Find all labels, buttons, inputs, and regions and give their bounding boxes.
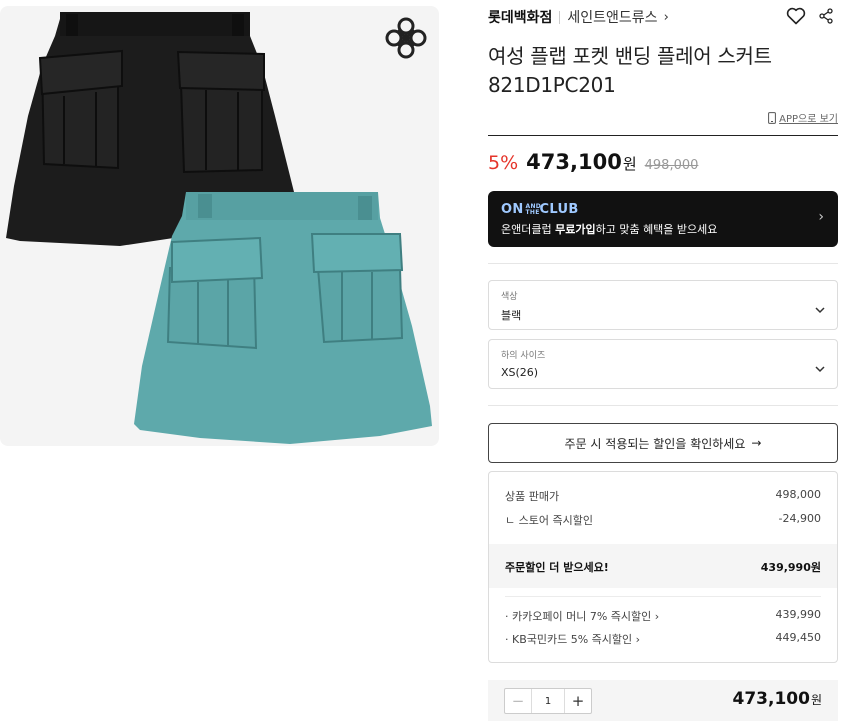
club-banner-text: 온앤더클럽 무료가입하고 맞춤 혜택을 받으세요 bbox=[501, 221, 825, 237]
club-logo: ON AND THE CLUB bbox=[501, 202, 825, 217]
app-view-link[interactable]: APP으로 보기 bbox=[768, 110, 838, 125]
price-row-store-discount: ㄴ 스토어 즉시할인 -24,900 bbox=[505, 512, 821, 528]
order-discount-label: 주문할인 더 받으세요! bbox=[505, 561, 609, 574]
order-discount-highlight: 주문할인 더 받으세요! 439,990원 bbox=[489, 544, 837, 588]
heart-icon[interactable] bbox=[786, 7, 806, 29]
sale-price: 473,100 bbox=[526, 150, 622, 174]
kakaopay-label: · 카카오페이 머니 7% 즉시할인 › bbox=[505, 608, 659, 624]
quantity-minus-button[interactable]: − bbox=[505, 689, 531, 713]
club-logo-on: ON bbox=[501, 202, 524, 217]
club-logo-and: AND THE bbox=[525, 202, 542, 216]
app-view-label: APP으로 보기 bbox=[779, 114, 838, 125]
arrow-right-icon: → bbox=[751, 436, 762, 450]
kb-value: 449,450 bbox=[775, 631, 822, 644]
chevron-right-icon: › bbox=[635, 633, 641, 646]
card-discount-kb[interactable]: · KB국민카드 5% 즉시할인 › 449,450 bbox=[505, 631, 821, 647]
kb-label: · KB국민카드 5% 즉시할인 › bbox=[505, 631, 640, 647]
club-text-bold: 무료가입 bbox=[555, 223, 596, 236]
sub-brand-link[interactable]: 세인트앤드류스 bbox=[567, 7, 657, 27]
chevron-right-icon: › bbox=[818, 209, 824, 225]
section-divider bbox=[488, 405, 838, 406]
skirt-illustration bbox=[6, 12, 432, 444]
card-divider bbox=[505, 596, 821, 597]
share-icon[interactable] bbox=[818, 8, 834, 28]
chevron-down-icon bbox=[815, 299, 825, 318]
kakaopay-label-text: · 카카오페이 머니 7% 즉시할인 bbox=[505, 610, 652, 623]
store-discount-value: -24,900 bbox=[778, 512, 821, 525]
store-discount-label: ㄴ 스토어 즉시할인 bbox=[505, 514, 593, 527]
check-discount-label: 주문 시 적용되는 할인을 확인하세요 bbox=[564, 436, 746, 451]
color-select-label: 색상 bbox=[501, 292, 518, 302]
total-price: 473,100원 bbox=[733, 689, 822, 709]
quantity-value[interactable]: 1 bbox=[531, 689, 565, 713]
price-row: 5% 473,100 원 498,000 bbox=[488, 150, 698, 174]
list-price-label: 상품 판매가 bbox=[505, 490, 560, 503]
brand-breadcrumb: 롯데백화점 세인트앤드류스 › bbox=[488, 6, 838, 28]
chevron-down-icon bbox=[815, 358, 825, 377]
total-amount: 473,100 bbox=[732, 689, 810, 709]
brand-name[interactable]: 롯데백화점 bbox=[488, 7, 552, 27]
chevron-right-icon: › bbox=[654, 610, 660, 623]
price-breakdown: 상품 판매가 498,000 ㄴ 스토어 즉시할인 -24,900 주문할인 더… bbox=[488, 471, 838, 663]
original-price: 498,000 bbox=[644, 158, 699, 173]
order-discount-value: 439,990원 bbox=[760, 561, 821, 574]
card-discount-kakaopay[interactable]: · 카카오페이 머니 7% 즉시할인 › 439,990 bbox=[505, 608, 821, 624]
size-select[interactable]: 하의 사이즈 XS(26) bbox=[488, 339, 838, 389]
flower-logo-icon bbox=[385, 17, 427, 59]
product-title: 여성 플랩 포켓 밴딩 플레어 스커트 821D1PC201 bbox=[488, 42, 838, 100]
product-title-name: 여성 플랩 포켓 밴딩 플레어 스커트 bbox=[488, 44, 772, 68]
teal-skirt bbox=[134, 192, 432, 444]
quantity-stepper: − 1 + bbox=[504, 688, 592, 714]
quantity-bar: − 1 + 473,100원 bbox=[488, 680, 838, 721]
color-select[interactable]: 색상 블랙 bbox=[488, 280, 838, 330]
price-row-list-price: 상품 판매가 498,000 bbox=[505, 488, 821, 504]
total-currency: 원 bbox=[810, 693, 822, 707]
section-divider bbox=[488, 263, 838, 264]
sale-price-currency: 원 bbox=[622, 155, 637, 173]
check-discount-button[interactable]: 주문 시 적용되는 할인을 확인하세요 → bbox=[488, 423, 838, 463]
title-divider bbox=[488, 135, 838, 136]
discount-rate: 5% bbox=[488, 152, 519, 174]
kb-label-text: · KB국민카드 5% 즉시할인 bbox=[505, 633, 633, 646]
club-membership-banner[interactable]: ON AND THE CLUB 온앤더클럽 무료가입하고 맞춤 혜택을 받으세요… bbox=[488, 191, 838, 247]
size-select-value: XS(26) bbox=[501, 366, 539, 379]
color-select-value: 블랙 bbox=[501, 309, 522, 322]
size-select-label: 하의 사이즈 bbox=[501, 351, 546, 361]
brand-divider bbox=[559, 10, 561, 24]
product-image[interactable] bbox=[0, 6, 439, 446]
club-text-pre: 온앤더클럽 bbox=[501, 223, 556, 236]
club-logo-club: CLUB bbox=[539, 202, 579, 217]
chevron-right-icon: › bbox=[663, 9, 669, 25]
quantity-plus-button[interactable]: + bbox=[565, 689, 591, 713]
list-price-value: 498,000 bbox=[775, 488, 822, 501]
phone-icon bbox=[768, 111, 777, 124]
club-text-post: 하고 맞춤 혜택을 받으세요 bbox=[595, 223, 718, 236]
kakaopay-value: 439,990 bbox=[775, 608, 822, 621]
product-code: 821D1PC201 bbox=[488, 73, 616, 97]
